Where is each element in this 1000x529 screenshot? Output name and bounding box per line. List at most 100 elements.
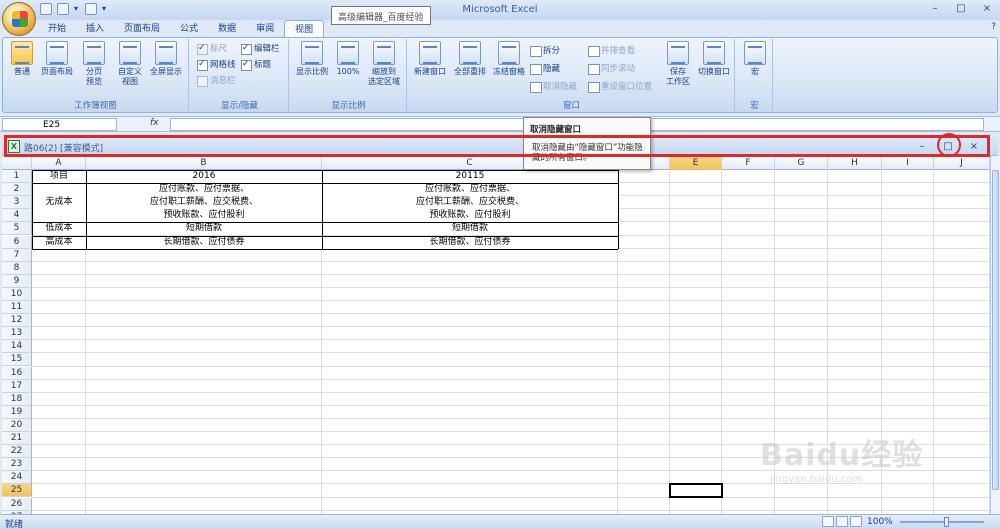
column-header[interactable]: J [934, 156, 990, 170]
tab-formulas[interactable]: 公式 [170, 20, 208, 38]
cell-a2-merged[interactable]: 无成本 [32, 183, 86, 223]
column-header[interactable]: H [828, 156, 882, 170]
cell-c6[interactable]: 长期借款、应付债券 [322, 235, 618, 249]
tab-review[interactable]: 审阅 [246, 20, 284, 38]
zoom-button[interactable]: 显示比例 [293, 41, 331, 77]
switch-windows-button[interactable]: 切换窗口 [695, 41, 733, 77]
macros-button[interactable]: 宏 [740, 41, 770, 77]
cell-b6[interactable]: 长期借款、应付债券 [86, 235, 322, 249]
row-header[interactable]: 6 [2, 235, 32, 249]
close-button[interactable]: × [974, 0, 1000, 18]
cell-c4[interactable]: 预收账款、应付股利 [322, 209, 618, 223]
reset-window-position-button[interactable]: 重设窗口位置 [587, 81, 652, 93]
cell-b2[interactable]: 应付账款、应付票据、 [86, 183, 322, 197]
row-header[interactable]: 4 [2, 209, 32, 223]
row-header[interactable]: 15 [2, 353, 32, 367]
row-header[interactable]: 22 [2, 445, 32, 459]
tab-data[interactable]: 数据 [208, 20, 246, 38]
row-header[interactable]: 16 [2, 366, 32, 380]
row-header[interactable]: 17 [2, 379, 32, 393]
page-break-preview-button[interactable]: 分页 预览 [79, 41, 109, 87]
scroll-thumb[interactable] [992, 170, 999, 490]
office-button[interactable] [2, 2, 36, 36]
row-header[interactable]: 9 [2, 274, 32, 288]
gridlines-checkbox[interactable]: 网格线 [197, 58, 236, 71]
split-button[interactable]: 拆分 [529, 45, 560, 57]
tab-home[interactable]: 开始 [38, 20, 76, 38]
column-header[interactable]: F [722, 156, 775, 170]
cell-c1[interactable]: 20115 [322, 170, 618, 184]
select-all-corner[interactable] [2, 156, 32, 170]
tab-insert[interactable]: 插入 [76, 20, 114, 38]
normal-view-status-button[interactable] [822, 516, 834, 527]
page-break-status-button[interactable] [850, 516, 862, 527]
cell-a5[interactable]: 低成本 [32, 222, 86, 236]
zoom-100-button[interactable]: 100% [333, 41, 363, 77]
column-header[interactable]: G [775, 156, 828, 170]
tab-view[interactable]: 视图 [284, 20, 325, 38]
cell-a1[interactable]: 项目 [32, 170, 86, 184]
row-header[interactable]: 19 [2, 405, 32, 419]
cell-b4[interactable]: 预收账款、应付股利 [86, 209, 322, 223]
save-workspace-button[interactable]: 保存 工作区 [663, 41, 693, 87]
row-header[interactable]: 21 [2, 432, 32, 445]
minimize-button[interactable]: – [922, 0, 948, 18]
row-header[interactable]: 13 [2, 327, 32, 341]
hide-button[interactable]: 隐藏 [529, 63, 560, 75]
headings-checkbox[interactable]: 标题 [241, 58, 271, 71]
row-header[interactable]: 8 [2, 261, 32, 275]
ruler-checkbox[interactable]: 标尺 [197, 42, 227, 55]
row-header[interactable]: 20 [2, 418, 32, 432]
zoom-level[interactable]: 100% [867, 517, 893, 527]
row-header[interactable]: 2 [2, 183, 32, 197]
column-header[interactable]: B [86, 156, 322, 170]
freeze-panes-button[interactable]: 冻结窗格 [491, 41, 527, 77]
row-header[interactable]: 26 [2, 497, 32, 511]
row-header[interactable]: 10 [2, 287, 32, 301]
row-header[interactable]: 18 [2, 392, 32, 406]
zoom-slider[interactable] [900, 521, 984, 523]
message-bar-checkbox[interactable]: 消息栏 [197, 75, 236, 87]
page-layout-status-button[interactable] [836, 516, 848, 527]
maximize-button[interactable]: □ [948, 0, 974, 18]
row-header[interactable]: 11 [2, 301, 32, 314]
formula-bar-checkbox[interactable]: 编辑栏 [241, 42, 280, 55]
tab-page-layout[interactable]: 页面布局 [114, 20, 170, 38]
row-header[interactable]: 12 [2, 314, 32, 328]
row-header[interactable]: 5 [2, 222, 32, 236]
group-workbook-views: 普通 页面布局 分页 预览 自定义 视图 全屏显示 工作簿视图 [3, 39, 189, 112]
cell-a6[interactable]: 高成本 [32, 235, 86, 249]
cell-c2[interactable]: 应付账款、应付票据、 [322, 183, 618, 197]
active-cell-e25[interactable] [669, 483, 723, 499]
column-header[interactable]: I [882, 156, 934, 170]
zoom-slider-knob[interactable] [944, 517, 949, 527]
row-header[interactable]: 3 [2, 196, 32, 210]
synchronous-scrolling-button[interactable]: 同步滚动 [587, 63, 635, 75]
name-box[interactable]: E25 [2, 118, 117, 131]
fx-icon[interactable]: fx [150, 118, 159, 128]
row-header[interactable]: 25 [2, 484, 32, 498]
view-side-by-side-button[interactable]: 并排查看 [587, 45, 635, 57]
cell-c5[interactable]: 短期借款 [322, 222, 618, 236]
vertical-scrollbar[interactable] [990, 156, 1000, 514]
help-icon[interactable]: ? [991, 22, 996, 32]
arrange-all-button[interactable]: 全部重排 [451, 41, 489, 77]
page-layout-view-button[interactable]: 页面布局 [39, 41, 75, 77]
zoom-to-selection-button[interactable]: 缩放到 选定区域 [365, 41, 403, 87]
new-window-button[interactable]: 新建窗口 [411, 41, 449, 77]
row-header[interactable]: 23 [2, 458, 32, 472]
row-header[interactable]: 24 [2, 471, 32, 485]
column-header[interactable]: A [32, 156, 86, 170]
custom-views-button[interactable]: 自定义 视图 [115, 41, 145, 87]
unhide-button[interactable]: 取消隐藏 [529, 81, 577, 93]
column-header[interactable]: E [670, 156, 722, 170]
row-header[interactable]: 7 [2, 248, 32, 262]
row-header[interactable]: 1 [2, 170, 32, 183]
cell-b3[interactable]: 应付职工薪酬、应交税费、 [86, 196, 322, 210]
full-screen-button[interactable]: 全屏显示 [147, 41, 185, 77]
cell-b1[interactable]: 2016 [86, 170, 322, 184]
row-header[interactable]: 14 [2, 340, 32, 354]
cell-b5[interactable]: 短期借款 [86, 222, 322, 236]
normal-view-button[interactable]: 普通 [7, 41, 37, 77]
cell-c3[interactable]: 应付职工薪酬、应交税费、 [322, 196, 618, 210]
